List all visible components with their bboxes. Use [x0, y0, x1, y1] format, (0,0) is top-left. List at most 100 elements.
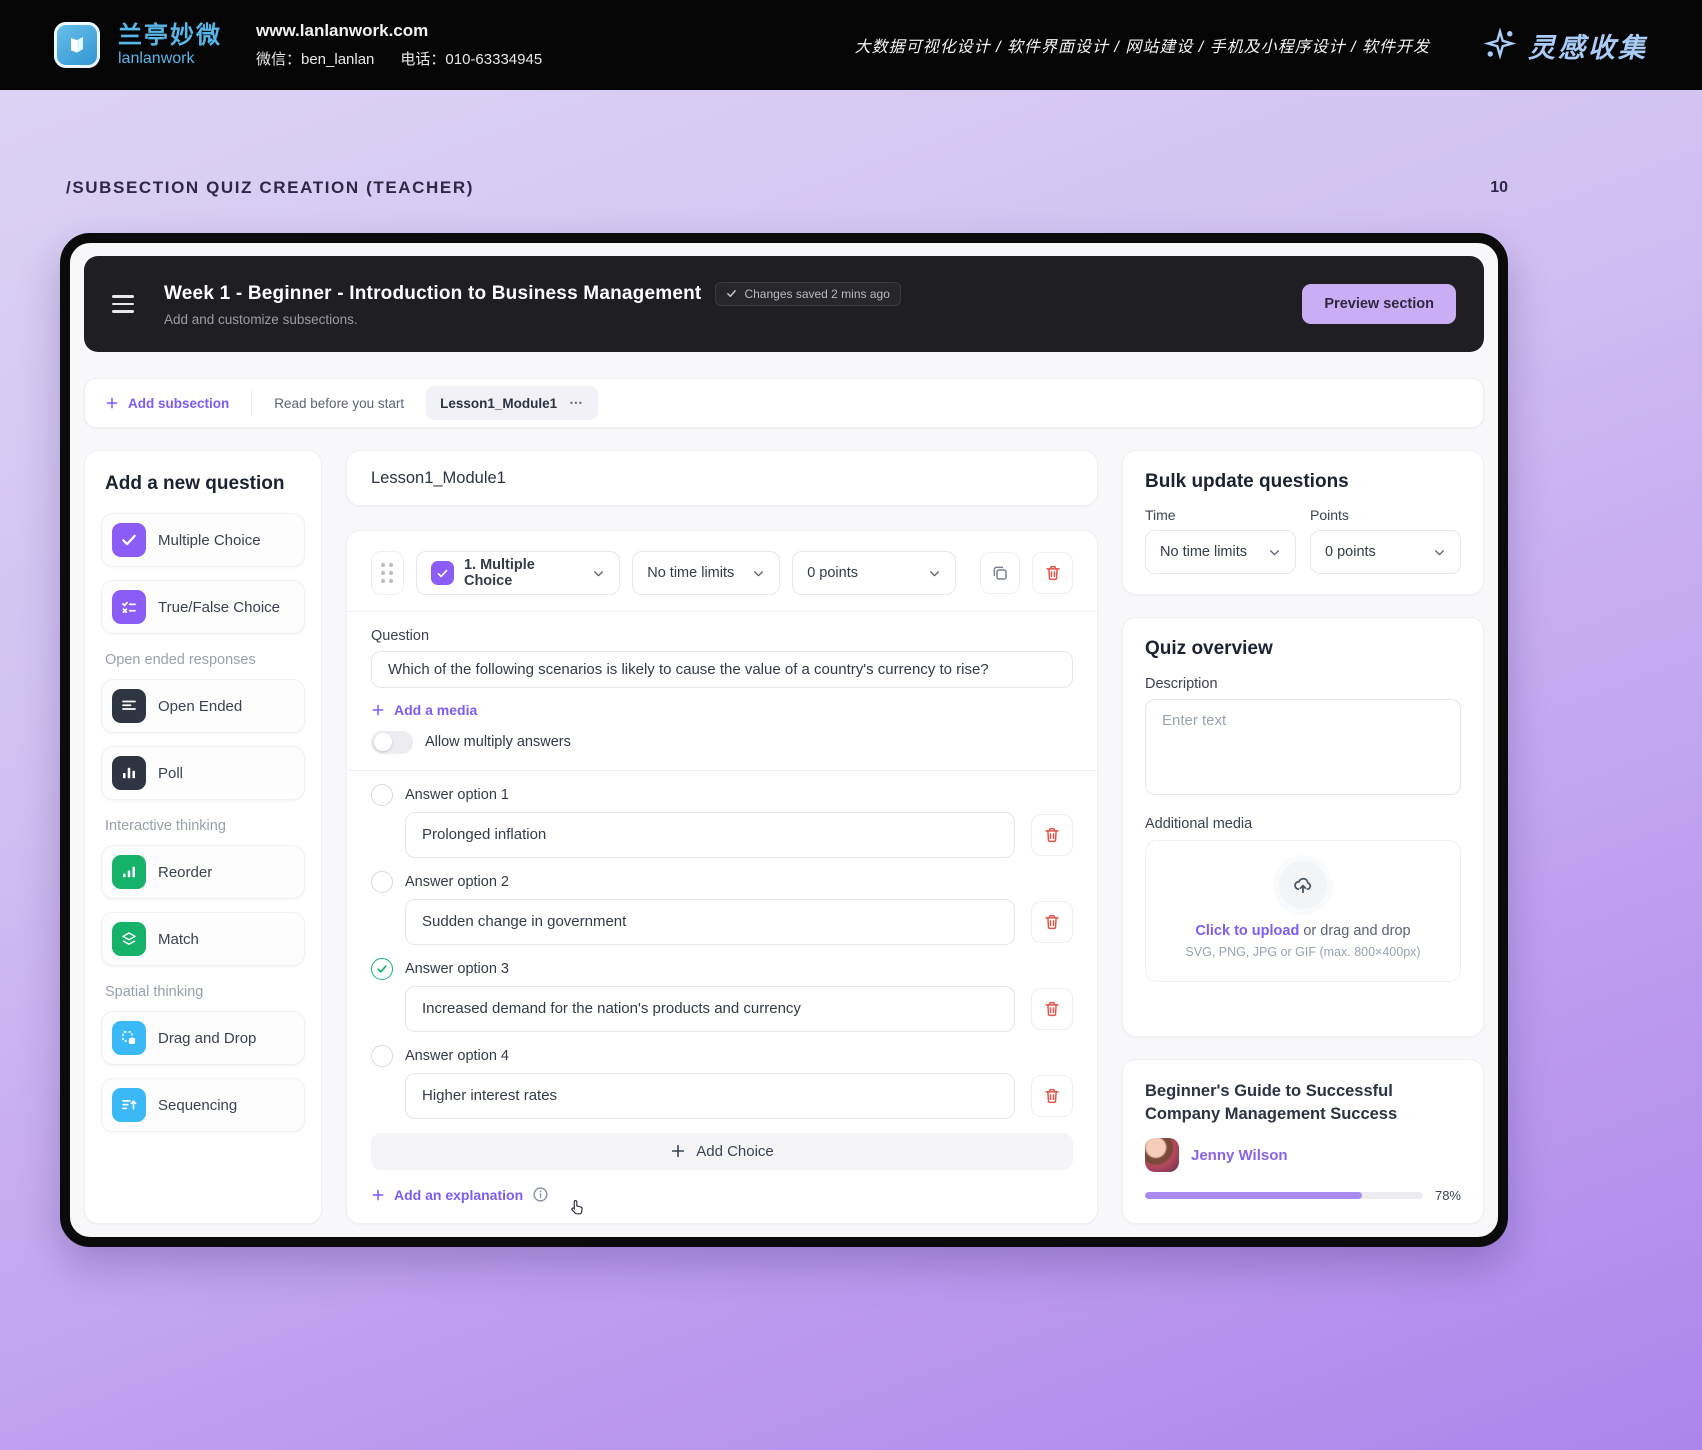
answer-option-row: Answer option 3: [371, 958, 1073, 1032]
delete-option-button[interactable]: [1031, 988, 1073, 1030]
course-title: Beginner's Guide to Successful Company M…: [1145, 1080, 1461, 1125]
divider: [251, 390, 252, 416]
menu-icon[interactable]: [112, 295, 134, 313]
lanlanwork-logo-icon: [54, 22, 100, 68]
bulk-time-select[interactable]: No time limits: [1145, 530, 1296, 574]
drag-handle[interactable]: [371, 551, 404, 595]
changes-saved-badge: Changes saved 2 mins ago: [715, 282, 900, 306]
brand-name-cn: 兰亭妙微: [118, 23, 222, 48]
plus-icon: [371, 703, 385, 717]
subsection-tabs: Add subsection Read before you start Les…: [84, 378, 1484, 428]
section-subtitle: Add and customize subsections.: [164, 312, 901, 327]
question-input[interactable]: [371, 651, 1073, 688]
question-type-true-false[interactable]: True/False Choice: [101, 580, 305, 634]
add-media-button[interactable]: Add a media: [371, 702, 477, 718]
question-type-poll[interactable]: Poll: [101, 746, 305, 800]
time-limit-select[interactable]: No time limits: [632, 551, 780, 595]
correct-answer-radio-checked[interactable]: [371, 958, 393, 980]
promo-top-bar: 兰亭妙微 lanlanwork www.lanlanwork.com 微信：be…: [0, 0, 1702, 90]
points-select[interactable]: 0 points: [792, 551, 955, 595]
website-url: www.lanlanwork.com: [256, 21, 542, 41]
more-icon[interactable]: ⋯: [569, 395, 584, 411]
sequencing-icon: [112, 1088, 146, 1122]
chevron-down-icon: [752, 567, 765, 580]
section-open-ended-responses: Open ended responses: [105, 652, 305, 668]
divider: [347, 611, 1097, 612]
description-textarea[interactable]: [1145, 699, 1461, 795]
plus-icon: [105, 396, 119, 410]
section-title: Week 1 - Beginner - Introduction to Busi…: [164, 283, 701, 305]
page-number: 10: [1490, 179, 1508, 197]
question-types-panel: Add a new question Multiple Choice True/…: [84, 450, 322, 1224]
progress-bar: [1145, 1192, 1423, 1199]
plus-icon: [670, 1143, 686, 1159]
answer-option-row: Answer option 4: [371, 1045, 1073, 1119]
add-choice-button[interactable]: Add Choice: [371, 1133, 1073, 1170]
app-window: Week 1 - Beginner - Introduction to Busi…: [60, 233, 1508, 1247]
points-label: Points: [1310, 507, 1461, 523]
delete-question-button[interactable]: [1032, 552, 1073, 594]
quiz-overview-title: Quiz overview: [1145, 638, 1461, 660]
chevron-down-icon: [1433, 546, 1446, 559]
description-label: Description: [1145, 676, 1461, 692]
correct-answer-radio[interactable]: [371, 784, 393, 806]
upload-dropzone[interactable]: Click to upload or drag and drop SVG, PN…: [1145, 840, 1461, 982]
open-ended-icon: [112, 689, 146, 723]
chevron-down-icon: [1268, 546, 1281, 559]
reorder-icon: [112, 855, 146, 889]
true-false-icon: [112, 590, 146, 624]
brand-name-en: lanlanwork: [118, 51, 222, 68]
delete-option-button[interactable]: [1031, 901, 1073, 943]
question-type-sequencing[interactable]: Sequencing: [101, 1078, 305, 1132]
answer-option-row: Answer option 1: [371, 784, 1073, 858]
avatar: [1145, 1138, 1179, 1172]
section-header: Week 1 - Beginner - Introduction to Busi…: [84, 256, 1484, 352]
panel-title: Add a new question: [105, 473, 305, 495]
bulk-update-title: Bulk update questions: [1145, 471, 1461, 493]
chevron-down-icon: [592, 567, 605, 580]
click-to-upload-link[interactable]: Click to upload: [1195, 923, 1299, 939]
sparkle-icon: [1482, 27, 1518, 63]
author-name[interactable]: Jenny Wilson: [1191, 1147, 1288, 1164]
collection-label: 灵感收集: [1528, 26, 1648, 65]
delete-option-button[interactable]: [1031, 1075, 1073, 1117]
preview-section-button[interactable]: Preview section: [1302, 284, 1456, 324]
upload-cloud-icon: [1279, 861, 1327, 909]
correct-answer-radio[interactable]: [371, 871, 393, 893]
answer-input[interactable]: [405, 1073, 1015, 1119]
wechat-contact: 微信：ben_lanlan: [256, 48, 374, 69]
page-title: /SUBSECTION QUIZ CREATION (TEACHER): [66, 178, 474, 198]
add-subsection-button[interactable]: Add subsection: [105, 396, 229, 411]
divider: [347, 770, 1097, 771]
tab-read-before-you-start[interactable]: Read before you start: [274, 396, 404, 411]
duplicate-question-button[interactable]: [980, 552, 1021, 594]
question-type-reorder[interactable]: Reorder: [101, 845, 305, 899]
question-type-drag-and-drop[interactable]: Drag and Drop: [101, 1011, 305, 1065]
answer-input[interactable]: [405, 986, 1015, 1032]
allow-multiple-toggle[interactable]: [371, 731, 413, 754]
question-type-select[interactable]: 1. Multiple Choice: [416, 551, 620, 595]
progress-label: 78%: [1435, 1188, 1461, 1203]
question-label: Question: [371, 628, 1073, 644]
info-icon[interactable]: [532, 1186, 549, 1203]
bulk-points-select[interactable]: 0 points: [1310, 530, 1461, 574]
check-icon: [431, 561, 454, 585]
tab-lesson1-module1[interactable]: Lesson1_Module1 ⋯: [426, 386, 598, 420]
quiz-overview-card: Quiz overview Description Additional med…: [1122, 617, 1484, 1037]
answer-input[interactable]: [405, 899, 1015, 945]
answer-option-row: Answer option 2: [371, 871, 1073, 945]
bulk-update-card: Bulk update questions Time No time limit…: [1122, 450, 1484, 595]
answer-input[interactable]: [405, 812, 1015, 858]
section-interactive-thinking: Interactive thinking: [105, 818, 305, 834]
time-label: Time: [1145, 507, 1296, 523]
question-type-match[interactable]: Match: [101, 912, 305, 966]
question-type-multiple-choice[interactable]: Multiple Choice: [101, 513, 305, 567]
add-explanation-button[interactable]: Add an explanation: [371, 1187, 523, 1203]
question-type-open-ended[interactable]: Open Ended: [101, 679, 305, 733]
plus-icon: [371, 1188, 385, 1202]
check-icon: [726, 288, 737, 299]
correct-answer-radio[interactable]: [371, 1045, 393, 1067]
course-card: Beginner's Guide to Successful Company M…: [1122, 1059, 1484, 1224]
delete-option-button[interactable]: [1031, 814, 1073, 856]
drag-and-drop-icon: [112, 1021, 146, 1055]
